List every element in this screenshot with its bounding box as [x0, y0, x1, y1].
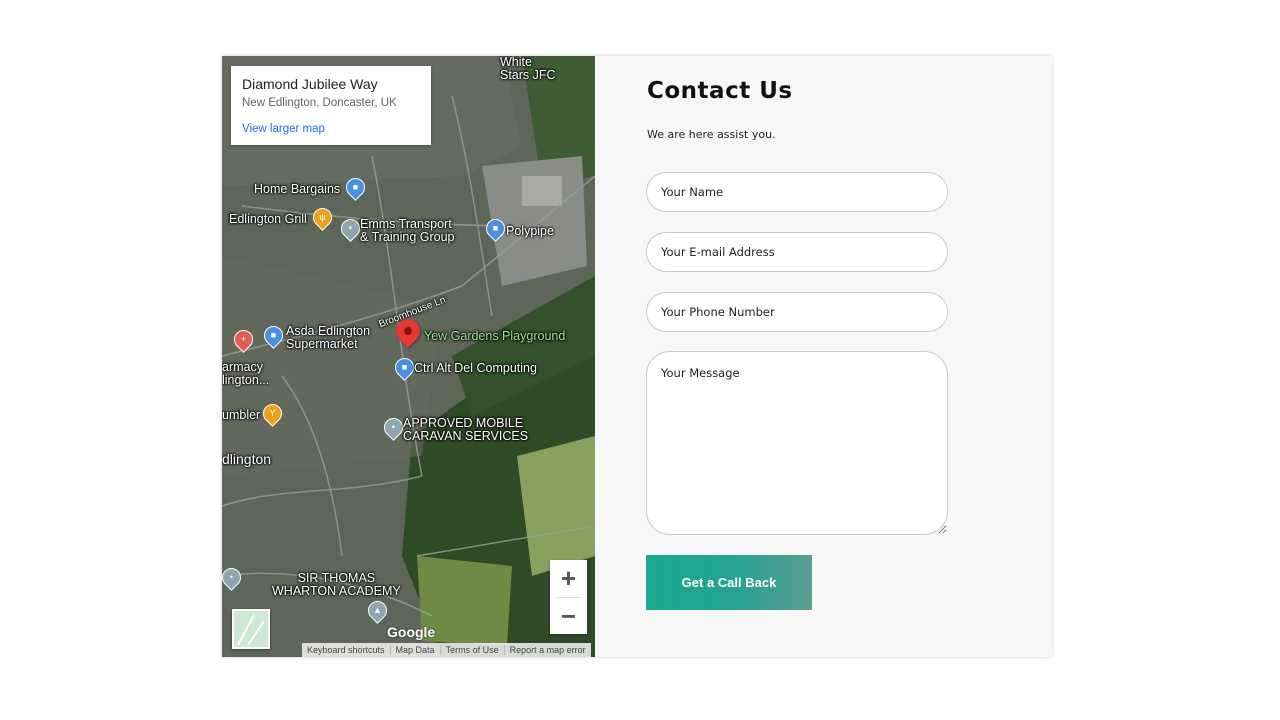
satellite-imagery — [222, 56, 595, 657]
map-label-pharmacy: armacy lington... — [222, 360, 270, 387]
view-larger-map-link[interactable]: View larger map — [242, 123, 325, 135]
map-attribution: Keyboard shortcuts Map Data Terms of Use… — [302, 643, 591, 657]
email-input[interactable] — [646, 232, 948, 272]
map-label-emms: Emms Transport & Training Group — [360, 217, 455, 244]
map-label-yew-gardens: Yew Gardens Playground — [424, 329, 566, 343]
map-label-polypipe: Polypipe — [506, 224, 554, 238]
map-place-title: Diamond Jubilee Way — [242, 76, 378, 92]
phone-input[interactable] — [646, 292, 948, 332]
map-label-sir-thomas: SIR THOMAS WHARTON ACADEMY — [272, 571, 401, 598]
map-label-ctrl-alt-del: Ctrl Alt Del Computing — [414, 361, 537, 375]
page-title: Contact Us — [647, 78, 793, 104]
map-label-approved-mobile: APPROVED MOBILE CARAVAN SERVICES — [403, 416, 529, 443]
report-map-error-link[interactable]: Report a map error — [503, 645, 591, 655]
map-data-link[interactable]: Map Data — [389, 645, 440, 655]
contact-form: Contact Us We are here assist you. Get a… — [595, 56, 1052, 657]
map-layer-toggle[interactable] — [232, 609, 270, 649]
keyboard-shortcuts-link[interactable]: Keyboard shortcuts — [302, 645, 390, 655]
message-textarea[interactable] — [646, 351, 948, 535]
contact-card: White Stars JFC Home Bargains ■ Edlingto… — [222, 56, 1052, 657]
map-label-umbler: umbler — [222, 408, 261, 422]
map-label-asda: Asda Edlington Supermarket — [286, 324, 371, 351]
zoom-in-button[interactable]: + — [550, 560, 587, 597]
map-label-home-bargains: Home Bargains — [254, 182, 341, 196]
get-call-back-button[interactable]: Get a Call Back — [646, 555, 812, 610]
map-place-address: New Edlington, Doncaster, UK — [242, 97, 397, 109]
name-input[interactable] — [646, 172, 948, 212]
terms-of-use-link[interactable]: Terms of Use — [439, 645, 504, 655]
page-subtitle: We are here assist you. — [647, 128, 776, 141]
map-label-white-stars: White Stars JFC — [500, 56, 556, 82]
map-label-edlington-grill: Edlington Grill — [229, 212, 307, 226]
map-label-edlington: dlington — [222, 451, 272, 467]
zoom-controls: + − — [550, 560, 587, 634]
map-layer-icon — [237, 614, 265, 646]
map-embed[interactable]: White Stars JFC Home Bargains ■ Edlingto… — [222, 56, 595, 657]
zoom-out-button[interactable]: − — [550, 598, 587, 635]
google-logo: Google — [387, 624, 436, 640]
map-info-card: Diamond Jubilee Way New Edlington, Donca… — [231, 66, 431, 145]
